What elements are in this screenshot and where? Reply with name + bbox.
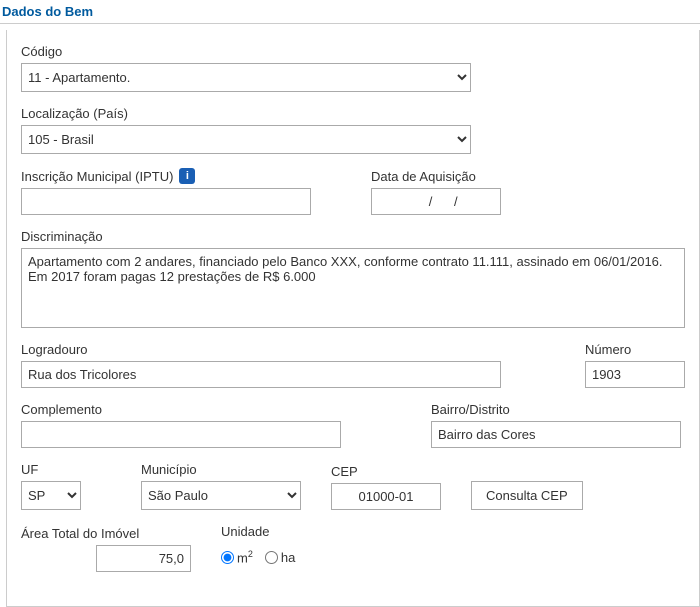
bairro-label: Bairro/Distrito bbox=[431, 402, 681, 417]
uf-select[interactable]: SP bbox=[21, 481, 81, 510]
data-aquisicao-input[interactable] bbox=[371, 188, 501, 215]
consulta-cep-field: Consulta CEP bbox=[471, 462, 583, 510]
cep-input[interactable] bbox=[331, 483, 441, 510]
localizacao-select[interactable]: 105 - Brasil bbox=[21, 125, 471, 154]
numero-label: Número bbox=[585, 342, 685, 357]
area-total-field: Área Total do Imóvel bbox=[21, 526, 191, 572]
discriminacao-textarea[interactable]: Apartamento com 2 andares, financiado pe… bbox=[21, 248, 685, 328]
discriminacao-field: Discriminação Apartamento com 2 andares,… bbox=[21, 229, 685, 328]
municipio-select[interactable]: São Paulo bbox=[141, 481, 301, 510]
unidade-radio-group: m2 ha bbox=[221, 543, 295, 572]
uf-label: UF bbox=[21, 462, 81, 477]
unidade-ha-item[interactable]: ha bbox=[265, 550, 295, 565]
unidade-ha-radio[interactable] bbox=[265, 551, 278, 564]
unidade-m2-item[interactable]: m2 bbox=[221, 549, 253, 565]
logradouro-field: Logradouro bbox=[21, 342, 565, 388]
complemento-label: Complemento bbox=[21, 402, 341, 417]
consulta-cep-button[interactable]: Consulta CEP bbox=[471, 481, 583, 510]
numero-field: Número bbox=[585, 342, 685, 388]
localizacao-label: Localização (País) bbox=[21, 106, 685, 121]
uf-field: UF SP bbox=[21, 462, 81, 510]
cep-field: CEP bbox=[331, 464, 441, 510]
codigo-label: Código bbox=[21, 44, 685, 59]
cep-label: CEP bbox=[331, 464, 441, 479]
area-total-input[interactable] bbox=[96, 545, 191, 572]
complemento-input[interactable] bbox=[21, 421, 341, 448]
area-total-label: Área Total do Imóvel bbox=[21, 526, 191, 541]
inscricao-field: Inscrição Municipal (IPTU) i bbox=[21, 168, 311, 215]
info-icon[interactable]: i bbox=[179, 168, 195, 184]
codigo-field: Código 11 - Apartamento. bbox=[21, 44, 685, 92]
data-aquisicao-label: Data de Aquisição bbox=[371, 169, 501, 184]
unidade-field: Unidade m2 ha bbox=[221, 524, 295, 572]
unidade-m2-radio[interactable] bbox=[221, 551, 234, 564]
unidade-label: Unidade bbox=[221, 524, 295, 539]
complemento-field: Complemento bbox=[21, 402, 341, 448]
section-title: Dados do Bem bbox=[0, 0, 700, 24]
bairro-field: Bairro/Distrito bbox=[431, 402, 681, 448]
numero-input[interactable] bbox=[585, 361, 685, 388]
discriminacao-label: Discriminação bbox=[21, 229, 685, 244]
form-panel: Código 11 - Apartamento. Localização (Pa… bbox=[6, 30, 700, 607]
unidade-m2-label: m2 bbox=[237, 549, 253, 565]
municipio-label: Município bbox=[141, 462, 301, 477]
codigo-select[interactable]: 11 - Apartamento. bbox=[21, 63, 471, 92]
unidade-ha-label: ha bbox=[281, 550, 295, 565]
logradouro-label: Logradouro bbox=[21, 342, 565, 357]
inscricao-label: Inscrição Municipal (IPTU) bbox=[21, 169, 173, 184]
logradouro-input[interactable] bbox=[21, 361, 501, 388]
inscricao-input[interactable] bbox=[21, 188, 311, 215]
data-aquisicao-field: Data de Aquisição bbox=[371, 169, 501, 215]
bairro-input[interactable] bbox=[431, 421, 681, 448]
municipio-field: Município São Paulo bbox=[141, 462, 301, 510]
localizacao-field: Localização (País) 105 - Brasil bbox=[21, 106, 685, 154]
